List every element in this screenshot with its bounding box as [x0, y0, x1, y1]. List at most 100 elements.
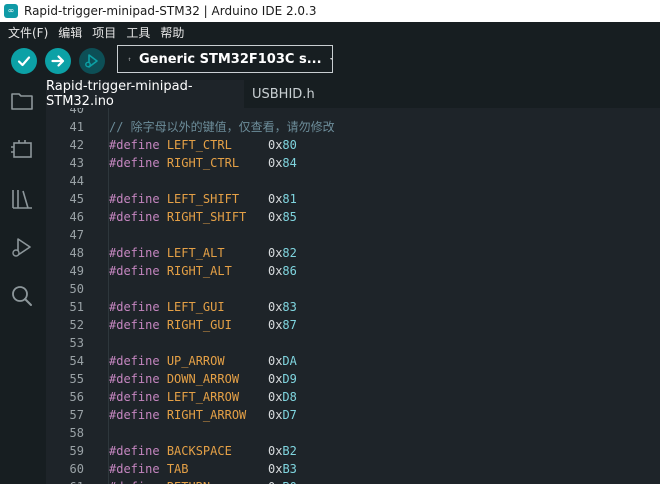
code-line[interactable]: 41 // 除字母以外的键值，仅查看，请勿修改 — [46, 118, 660, 136]
code-line[interactable]: 40 — [46, 108, 660, 118]
caret-down-icon — [329, 58, 332, 60]
code-line[interactable]: 59 #define BACKSPACE 0xB2 — [46, 442, 660, 460]
board-label: Generic STM32F103C s... — [138, 51, 322, 67]
code-line[interactable]: 55 #define DOWN_ARROW 0xD9 — [46, 370, 660, 388]
code-text: #define RIGHT_SHIFT 0x85 — [109, 208, 297, 226]
code-line[interactable]: 46 #define RIGHT_SHIFT 0x85 — [46, 208, 660, 226]
keyword-token: #define — [109, 372, 160, 386]
macro-name-token: RIGHT_ALT — [166, 264, 232, 278]
keyword-token: #define — [109, 390, 160, 404]
search-icon[interactable] — [10, 284, 34, 308]
code-line[interactable]: 48 #define LEFT_ALT 0x82 — [46, 244, 660, 262]
macro-name-token: UP_ARROW — [166, 354, 225, 368]
line-number: 55 — [69, 372, 84, 386]
verify-button[interactable] — [11, 48, 37, 74]
line-number: 48 — [69, 246, 84, 260]
line-number: 59 — [69, 444, 84, 458]
menu-tools[interactable]: 工具 — [124, 24, 152, 41]
line-number: 40 — [69, 108, 84, 116]
line-number: 53 — [69, 336, 84, 350]
debug-button[interactable] — [79, 48, 105, 74]
hex-value-token: 0x — [268, 480, 282, 484]
tab-bar: Rapid-trigger-minipad-STM32.ino USBHID.h — [46, 79, 660, 109]
line-number: 60 — [69, 462, 84, 476]
library-icon[interactable] — [10, 187, 34, 211]
comment-token: // 除字母以外的键值，仅查看，请勿修改 — [109, 120, 335, 134]
tab-usbhid[interactable]: USBHID.h — [252, 80, 315, 108]
line-number: 45 — [69, 192, 84, 206]
code-editor[interactable]: 40 41 // 除字母以外的键值，仅查看，请勿修改 42 #define LEFT_C… — [46, 108, 660, 484]
code-text: #define TAB 0xB3 — [109, 460, 297, 478]
code-text: #define LEFT_ALT 0x82 — [109, 244, 297, 262]
macro-name-token: LEFT_ARROW — [166, 390, 240, 404]
code-line[interactable]: 51 #define LEFT_GUI 0x83 — [46, 298, 660, 316]
keyword-token: #define — [109, 300, 160, 314]
menu-help[interactable]: 帮助 — [158, 24, 186, 41]
code-line[interactable]: 47 — [46, 226, 660, 244]
code-text: #define RIGHT_ARROW 0xD7 — [109, 406, 297, 424]
code-line[interactable]: 60 #define TAB 0xB3 — [46, 460, 660, 478]
code-line[interactable]: 53 — [46, 334, 660, 352]
folder-icon[interactable] — [10, 89, 34, 113]
code-line[interactable]: 56 #define LEFT_ARROW 0xD8 — [46, 388, 660, 406]
hex-value-token: 0x — [267, 444, 283, 458]
arrow-right-icon — [51, 55, 65, 67]
code-line[interactable]: 57 #define RIGHT_ARROW 0xD7 — [46, 406, 660, 424]
hex-value-token: D9 — [282, 372, 297, 386]
code-line[interactable]: 49 #define RIGHT_ALT 0x86 — [46, 262, 660, 280]
code-line[interactable]: 50 — [46, 280, 660, 298]
menu-edit[interactable]: 编辑 — [56, 24, 84, 41]
debug-icon — [85, 54, 98, 68]
code-line[interactable]: 54 #define UP_ARROW 0xDA — [46, 352, 660, 370]
hex-value-token: 0x — [267, 318, 283, 332]
code-text: #define RIGHT_CTRL 0x84 — [109, 154, 297, 172]
code-text: #define LEFT_SHIFT 0x81 — [109, 190, 297, 208]
debug-icon[interactable] — [10, 236, 34, 260]
board-selector[interactable]: Generic STM32F103C s... — [117, 45, 333, 73]
hex-value-token: 0x — [267, 138, 283, 152]
code-line[interactable]: 58 — [46, 424, 660, 442]
code-text: #define LEFT_CTRL 0x80 — [109, 136, 297, 154]
line-number: 54 — [69, 354, 84, 368]
code-line[interactable]: 42 #define LEFT_CTRL 0x80 — [46, 136, 660, 154]
line-number: 43 — [69, 156, 84, 170]
hex-value-token: B0 — [282, 480, 296, 484]
code-line[interactable]: 45 #define LEFT_SHIFT 0x81 — [46, 190, 660, 208]
check-icon — [17, 56, 31, 67]
keyword-token: #define — [109, 318, 160, 332]
line-number: 57 — [69, 408, 84, 422]
keyword-token: #define — [109, 480, 160, 484]
menu-file[interactable]: 文件(F) — [6, 24, 50, 41]
code-line[interactable]: 52 #define RIGHT_GUI 0x87 — [46, 316, 660, 334]
tab-main-sketch[interactable]: Rapid-trigger-minipad-STM32.ino — [46, 79, 244, 109]
title-bar: ∞ Rapid-trigger-minipad-STM32 | Arduino … — [0, 0, 660, 22]
board-icon[interactable] — [10, 138, 34, 162]
window-title: Rapid-trigger-minipad-STM32 | Arduino ID… — [24, 4, 317, 18]
code-text: #define RIGHT_ALT 0x86 — [109, 262, 297, 280]
code-line[interactable]: 61 #define RETURN 0xB0 — [46, 478, 660, 484]
code-line[interactable]: 43 #define RIGHT_CTRL 0x84 — [46, 154, 660, 172]
hex-value-token: D7 — [282, 408, 297, 422]
sidebar — [0, 80, 46, 484]
menu-sketch[interactable]: 项目 — [90, 24, 118, 41]
hex-value-token: 0x — [267, 462, 283, 476]
line-number: 56 — [69, 390, 84, 404]
upload-button[interactable] — [45, 48, 71, 74]
code-line[interactable]: 44 — [46, 172, 660, 190]
macro-name-token: RIGHT_SHIFT — [166, 210, 247, 224]
